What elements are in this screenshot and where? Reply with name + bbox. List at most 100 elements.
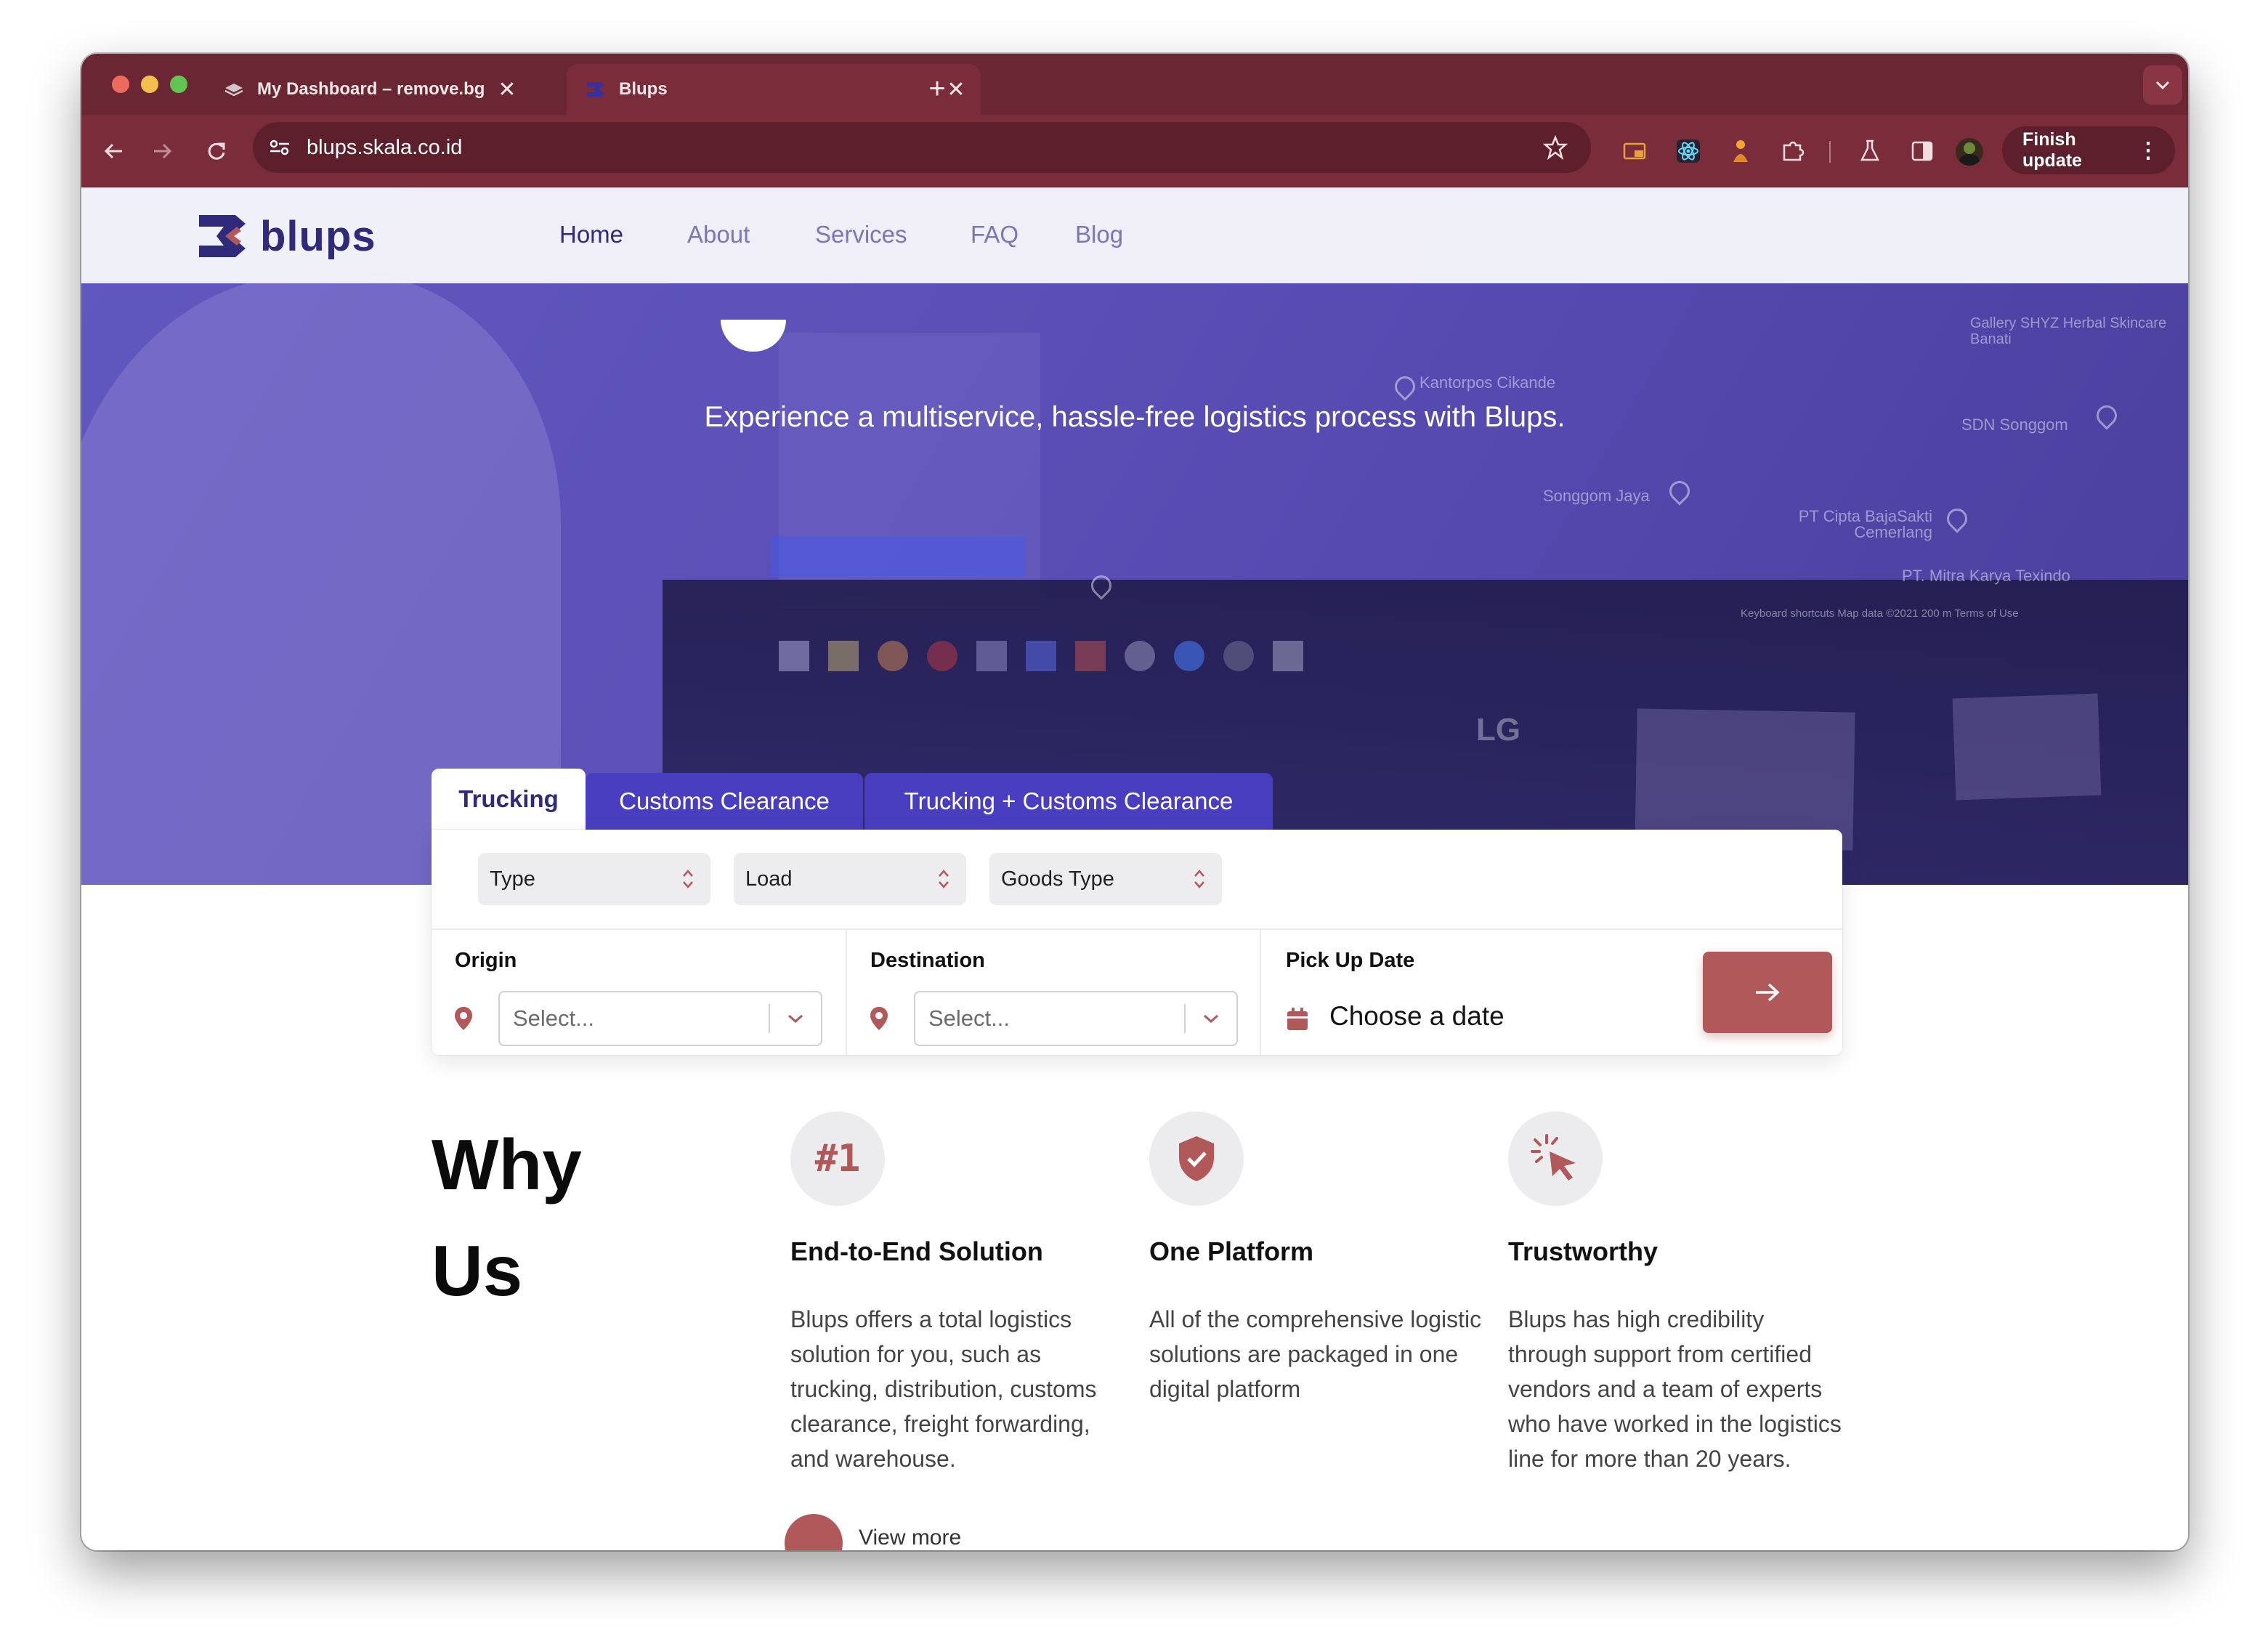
- tab-customs-clearance[interactable]: Customs Clearance: [586, 773, 863, 830]
- labs-flask-icon[interactable]: [1851, 132, 1889, 170]
- chevron-down-icon: [2155, 81, 2170, 90]
- hero-tagline: Experience a multiservice, hassle-free l…: [704, 401, 1566, 433]
- toolbar-divider: [1829, 141, 1831, 163]
- booking-form-card: Type Load Goods Type Origin Select... De…: [432, 830, 1842, 1055]
- site-info-icon[interactable]: [269, 139, 291, 156]
- nav-about[interactable]: About: [687, 221, 750, 248]
- destination-select[interactable]: Select...: [914, 991, 1238, 1046]
- cursor-click-icon: [1508, 1112, 1603, 1206]
- goods-type-select[interactable]: Goods Type: [989, 853, 1222, 905]
- finish-update-button[interactable]: Finish update ⋮: [2002, 126, 2175, 174]
- side-panel-icon[interactable]: [1903, 132, 1941, 170]
- hero-sticky-note: [1952, 693, 2102, 801]
- tab-search-button[interactable]: [2143, 65, 2182, 105]
- map-place-label: Songgom Jaya: [1543, 487, 1650, 505]
- browser-toolbar: blups.skala.co.id Finish update ⋮: [81, 115, 2188, 187]
- profile-avatar[interactable]: [1956, 138, 1983, 166]
- why-us-heading-line: Us: [432, 1231, 523, 1311]
- hero-screen-highlight: [771, 536, 1026, 577]
- site-logo[interactable]: blups: [196, 211, 414, 262]
- feature-description: Blups offers a total logistics solution …: [790, 1306, 1097, 1472]
- web-page: LG Kantorpos Cikande SDN Songgom Songgom…: [81, 187, 2188, 1550]
- pickup-date-input[interactable]: Choose a date: [1329, 1001, 1504, 1032]
- map-place-label: Kantorpos Cikande: [1419, 373, 1556, 392]
- logo-wordmark: blups: [260, 212, 376, 260]
- load-select[interactable]: Load: [734, 853, 966, 905]
- blups-logo-icon: [199, 215, 246, 257]
- arrow-left-icon: [104, 143, 122, 159]
- feature-title: End-to-End Solution: [790, 1236, 1043, 1266]
- back-button[interactable]: [94, 132, 132, 170]
- site-navbar: blups Home About Services FAQ Blog: [81, 187, 2188, 283]
- map-place-label: Gallery SHYZ Herbal Skincare Banati: [1970, 315, 2167, 347]
- tab-trucking[interactable]: Trucking: [432, 769, 586, 830]
- feature-description: All of the comprehensive logistic soluti…: [1149, 1306, 1482, 1402]
- arrow-right-icon: [1756, 983, 1780, 1002]
- origin-label: Origin: [455, 949, 517, 972]
- card-divider: [846, 930, 847, 1055]
- view-more-button[interactable]: [785, 1514, 843, 1550]
- destination-label: Destination: [870, 949, 985, 972]
- shield-check-icon: [1149, 1112, 1244, 1206]
- nav-blog[interactable]: Blog: [1075, 221, 1123, 248]
- map-pin-icon: [1665, 477, 1694, 506]
- reload-button[interactable]: [198, 132, 235, 170]
- view-more-label[interactable]: View more: [859, 1526, 961, 1550]
- location-pin-icon: [455, 1007, 472, 1030]
- load-select-label: Load: [745, 867, 793, 891]
- bookmark-star-icon[interactable]: [1543, 135, 1572, 160]
- map-pin-icon: [1943, 504, 1972, 533]
- tab-remove-bg[interactable]: My Dashboard – remove.bg ✕: [205, 64, 532, 115]
- new-tab-button[interactable]: +: [915, 67, 959, 110]
- origin-placeholder: Select...: [513, 1005, 594, 1031]
- tab-close-icon[interactable]: ✕: [493, 77, 522, 102]
- maximize-window-button[interactable]: [170, 76, 187, 93]
- extensions-puzzle-icon[interactable]: [1774, 132, 1812, 170]
- pickup-date-label: Pick Up Date: [1286, 949, 1415, 972]
- finish-update-label: Finish update: [2022, 129, 2082, 171]
- address-bar[interactable]: blups.skala.co.id: [253, 122, 1591, 173]
- extension-figure-icon[interactable]: [1722, 132, 1759, 170]
- forward-button[interactable]: [144, 132, 182, 170]
- nav-faq[interactable]: FAQ: [971, 221, 1018, 248]
- tab-trucking-customs[interactable]: Trucking + Customs Clearance: [864, 773, 1273, 830]
- feature-description: Blups has high credibility through suppo…: [1508, 1306, 1842, 1472]
- map-place-label: PT. Mitra Karya Texindo: [1902, 567, 2070, 585]
- number-one-icon: #1: [790, 1112, 885, 1206]
- calendar-icon: [1287, 1008, 1308, 1030]
- updown-chevron-icon: [1194, 870, 1204, 888]
- chevron-down-icon[interactable]: [770, 1013, 821, 1024]
- close-window-button[interactable]: [112, 76, 129, 93]
- feature-title: Trustworthy: [1508, 1236, 1659, 1266]
- map-place-label: PT Cipta BajaSakti Cemerlang: [1798, 507, 1932, 541]
- tab-title: Blups: [619, 79, 668, 99]
- type-select-label: Type: [490, 867, 535, 891]
- destination-placeholder: Select...: [928, 1005, 1010, 1031]
- tab-title: My Dashboard – remove.bg: [257, 79, 485, 99]
- extension-cast-icon[interactable]: [1616, 132, 1653, 170]
- minimize-window-button[interactable]: [141, 76, 158, 93]
- reload-icon: [208, 142, 225, 160]
- feature-title: One Platform: [1149, 1236, 1314, 1266]
- why-us-heading: Why Us: [432, 1112, 722, 1324]
- why-us-heading-line: Why: [432, 1125, 582, 1204]
- type-select[interactable]: Type: [478, 853, 710, 905]
- map-footer-text: Keyboard shortcuts Map data ©2021 200 m …: [1741, 607, 2019, 620]
- card-divider: [1260, 930, 1261, 1055]
- hero-taskbar: [779, 632, 1578, 680]
- nav-services[interactable]: Services: [815, 221, 907, 248]
- map-pin-icon: [1390, 372, 1419, 401]
- goods-type-select-label: Goods Type: [1001, 867, 1114, 891]
- origin-select[interactable]: Select...: [498, 991, 822, 1046]
- url-text: blups.skala.co.id: [307, 135, 463, 159]
- arrow-right-icon: [154, 143, 172, 159]
- blups-favicon-icon: [586, 79, 606, 100]
- search-submit-button[interactable]: [1703, 952, 1832, 1033]
- nav-home[interactable]: Home: [559, 221, 623, 248]
- chevron-down-icon[interactable]: [1186, 1013, 1236, 1024]
- react-devtools-icon[interactable]: [1669, 132, 1707, 170]
- location-pin-icon: [870, 1007, 888, 1030]
- number-one-icon-text: #1: [814, 1137, 861, 1181]
- remove-bg-favicon-icon: [224, 79, 244, 100]
- card-divider: [432, 928, 1842, 930]
